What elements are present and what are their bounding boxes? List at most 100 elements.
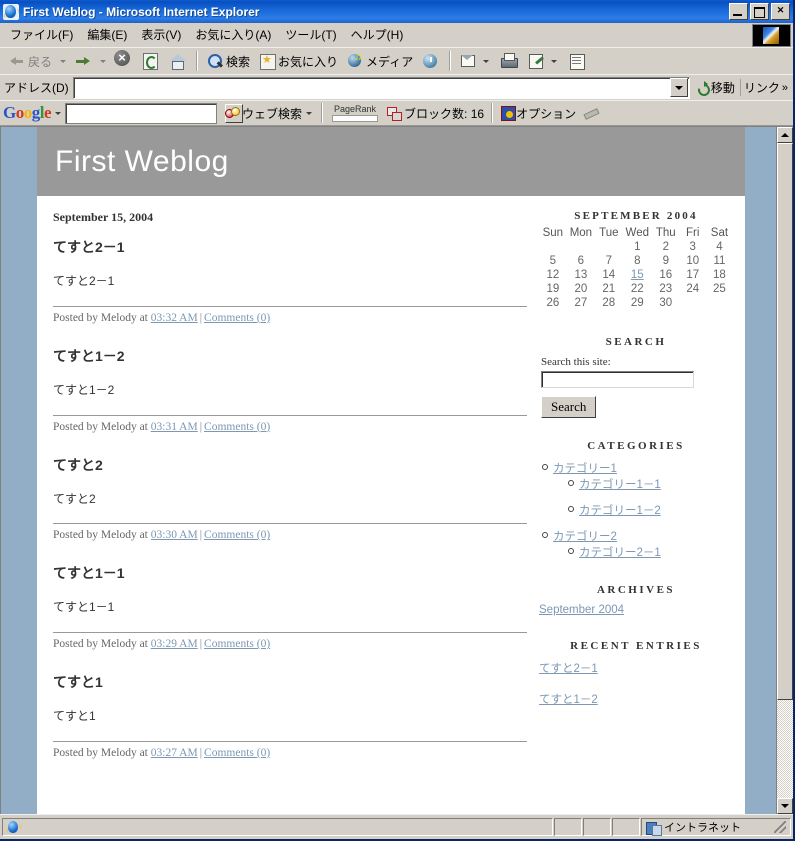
scroll-up-button[interactable] xyxy=(777,127,793,143)
back-button[interactable]: 戻る xyxy=(4,49,56,73)
page-vertical-scrollbar[interactable] xyxy=(776,127,793,814)
category-link[interactable]: カテゴリー2 xyxy=(553,531,617,543)
mail-dropdown-icon[interactable] xyxy=(483,59,490,63)
recent-entry-link[interactable]: てすと1－2 xyxy=(539,691,733,707)
minimize-button[interactable] xyxy=(729,3,748,20)
calendar-week-row: 19 20 21 22 23 24 25 xyxy=(539,282,733,296)
security-zone-pane[interactable]: イントラネット xyxy=(641,818,791,836)
archive-link[interactable]: September 2004 xyxy=(539,604,733,616)
site-search-box[interactable] xyxy=(541,371,694,388)
maximize-button[interactable] xyxy=(750,3,769,20)
recent-entry-link[interactable]: てすと2－1 xyxy=(539,660,733,676)
calendar-week-row: 12 13 14 15 16 17 18 xyxy=(539,268,733,282)
close-button[interactable]: ✕ xyxy=(771,3,790,20)
archives-title: ARCHIVES xyxy=(596,584,676,596)
calendar-day: 27 xyxy=(574,297,588,309)
mail-button[interactable] xyxy=(455,49,495,73)
discussions-icon xyxy=(567,51,587,71)
entry-comments-link[interactable]: Comments (0) xyxy=(204,529,270,541)
google-logo-dropdown-icon[interactable] xyxy=(55,111,62,115)
media-icon xyxy=(346,51,366,71)
blog-entry: てすと2 てすと2 Posted by Melody at 03:30 AM | C… xyxy=(53,455,527,558)
history-button[interactable] xyxy=(417,49,445,73)
forward-button[interactable] xyxy=(68,49,96,73)
subcategory-link[interactable]: カテゴリー1－1 xyxy=(579,479,661,491)
google-options-button[interactable]: オプション xyxy=(497,104,579,123)
links-button[interactable]: リンク » xyxy=(739,79,791,96)
stop-button[interactable] xyxy=(108,49,136,73)
subcategory-link[interactable]: カテゴリー2－1 xyxy=(579,547,661,559)
weekday-sun: Sun xyxy=(542,227,564,239)
menu-view[interactable]: 表示(V) xyxy=(134,23,188,46)
menu-favorites[interactable]: お気に入り(A) xyxy=(188,23,278,46)
calendar-day: 20 xyxy=(574,283,588,295)
popup-blocker-button[interactable]: ブロック数: 16 xyxy=(383,104,487,123)
entry-comments-link[interactable]: Comments (0) xyxy=(204,747,270,759)
google-web-search-button[interactable]: ウェブ検索 xyxy=(221,104,317,123)
pagerank-indicator[interactable]: PageRank xyxy=(327,104,383,122)
entry-permalink[interactable]: 03:32 AM xyxy=(151,312,198,324)
scrollbar-thumb[interactable] xyxy=(777,143,793,700)
calendar-day-linked[interactable]: 15 xyxy=(623,268,652,282)
site-search-input[interactable] xyxy=(542,372,693,387)
entry-permalink[interactable]: 03:30 AM xyxy=(151,529,198,541)
calendar-day: 13 xyxy=(574,269,588,281)
subcategory-link[interactable]: カテゴリー1－2 xyxy=(579,505,661,517)
weekday-tue: Tue xyxy=(599,227,619,239)
refresh-button[interactable] xyxy=(136,49,164,73)
calendar-day: 11 xyxy=(713,255,726,267)
entry-comments-link[interactable]: Comments (0) xyxy=(204,312,270,324)
calendar-day-link[interactable]: 15 xyxy=(631,269,644,281)
category-link[interactable]: カテゴリー1 xyxy=(553,463,617,475)
home-button[interactable] xyxy=(164,49,192,73)
calendar-day: 28 xyxy=(602,297,616,309)
google-search-input-wrapper[interactable] xyxy=(65,102,244,124)
calendar-day: 23 xyxy=(659,283,673,295)
stop-icon xyxy=(112,50,132,71)
entry-permalink[interactable]: 03:27 AM xyxy=(151,747,198,759)
favorites-button[interactable]: お気に入り xyxy=(254,49,342,73)
menu-file[interactable]: ファイル(F) xyxy=(3,23,80,46)
menu-help[interactable]: ヘルプ(H) xyxy=(344,23,411,46)
calendar-day: 6 xyxy=(577,255,585,267)
go-button[interactable]: 移動 xyxy=(690,79,740,96)
site-search-button[interactable]: Search xyxy=(541,396,597,418)
calendar-day: 17 xyxy=(686,269,700,281)
google-web-search-dropdown-icon[interactable] xyxy=(306,111,313,115)
search-button[interactable]: 検索 xyxy=(202,49,254,73)
edit-button[interactable] xyxy=(523,49,563,73)
back-dropdown-icon[interactable] xyxy=(60,59,67,63)
address-dropdown-button[interactable] xyxy=(669,78,688,97)
media-button-label: メディア xyxy=(366,54,414,69)
scroll-down-button[interactable] xyxy=(777,798,793,814)
forward-dropdown-icon[interactable] xyxy=(100,59,107,63)
entry-footer: Posted by Melody at 03:29 AM | Comments (0… xyxy=(53,632,527,666)
address-input[interactable] xyxy=(73,79,670,96)
discuss-button[interactable] xyxy=(563,49,591,73)
popup-blocker-icon xyxy=(386,105,404,121)
popup-blocker-label: ブロック数: 16 xyxy=(404,106,485,121)
resize-grip[interactable] xyxy=(773,820,787,834)
print-button[interactable] xyxy=(495,49,523,73)
menu-edit[interactable]: 編集(E) xyxy=(80,23,134,46)
entry-permalink[interactable]: 03:29 AM xyxy=(151,638,198,650)
media-button[interactable]: メディア xyxy=(342,49,417,73)
categories-widget: CATEGORIES カテゴリー1 カテゴリー1－1 カテゴリー1－2 カテゴリ… xyxy=(539,440,733,560)
entry-comments-link[interactable]: Comments (0) xyxy=(204,638,270,650)
entry-body: てすと2 xyxy=(53,491,96,506)
google-separator xyxy=(321,103,324,123)
calendar-day: 24 xyxy=(686,283,700,295)
edit-dropdown-icon[interactable] xyxy=(551,59,558,63)
scrollbar-track[interactable] xyxy=(777,143,793,798)
address-input-wrapper[interactable] xyxy=(72,76,690,99)
entry-permalink[interactable]: 03:31 AM xyxy=(151,421,198,433)
google-highlight-button[interactable] xyxy=(579,104,603,122)
blog-entry: てすと1－2 てすと1－2 Posted by Melody at 03:31 … xyxy=(53,346,527,449)
calendar-day: 29 xyxy=(630,297,644,309)
star-icon xyxy=(258,51,278,71)
entry-comments-link[interactable]: Comments (0) xyxy=(204,421,270,433)
calendar-day: 19 xyxy=(546,283,560,295)
calendar-week-row: 5 6 7 8 9 10 11 xyxy=(539,254,733,268)
google-search-input[interactable] xyxy=(66,105,226,121)
menu-tools[interactable]: ツール(T) xyxy=(278,23,343,46)
